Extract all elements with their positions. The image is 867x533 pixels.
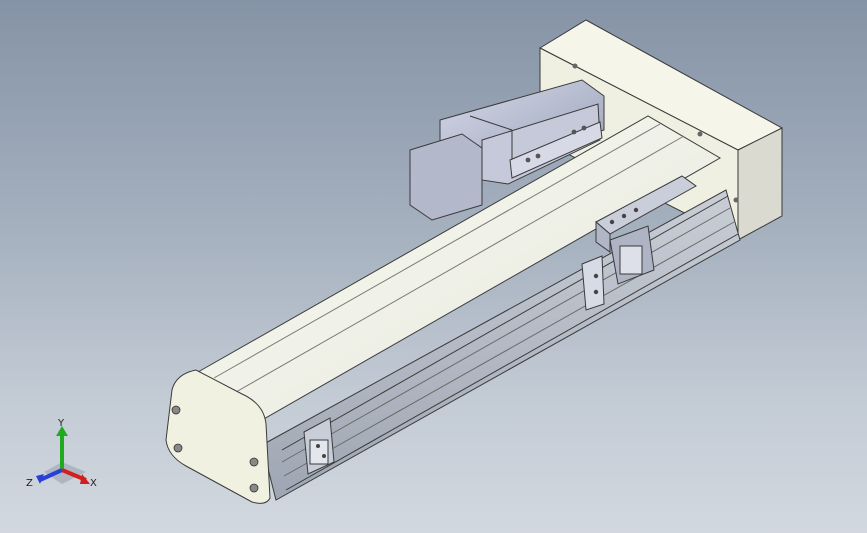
motor-bolt bbox=[525, 157, 531, 163]
z-axis-label: Z bbox=[26, 478, 33, 489]
carriage-bolt bbox=[633, 207, 639, 213]
carriage-bearing bbox=[619, 245, 643, 275]
end-cap-hole bbox=[171, 405, 181, 415]
x-axis-arrowhead bbox=[80, 474, 90, 484]
coordinate-triad: Y X Z bbox=[26, 418, 97, 489]
limit-sensor-body bbox=[309, 439, 329, 465]
carriage-bolt bbox=[609, 219, 615, 225]
end-cap-hole bbox=[249, 457, 259, 467]
linear-module-model[interactable] bbox=[0, 0, 867, 533]
end-cap-hole bbox=[173, 443, 183, 453]
motor-bolt bbox=[535, 153, 541, 159]
drive-housing-hole bbox=[733, 197, 739, 203]
drive-housing-hole bbox=[572, 63, 578, 69]
end-cap-hole bbox=[249, 483, 259, 493]
motor-bolt bbox=[571, 129, 577, 135]
drive-housing-hole bbox=[697, 131, 703, 137]
y-axis-label: Y bbox=[57, 418, 65, 429]
motor-flange bbox=[409, 133, 483, 221]
carriage-bolt bbox=[621, 213, 627, 219]
x-axis-label: X bbox=[90, 478, 97, 489]
motor-bolt bbox=[581, 125, 587, 131]
graphics-viewport[interactable]: Y X Z bbox=[0, 0, 867, 533]
carriage-sensor bbox=[581, 255, 605, 311]
